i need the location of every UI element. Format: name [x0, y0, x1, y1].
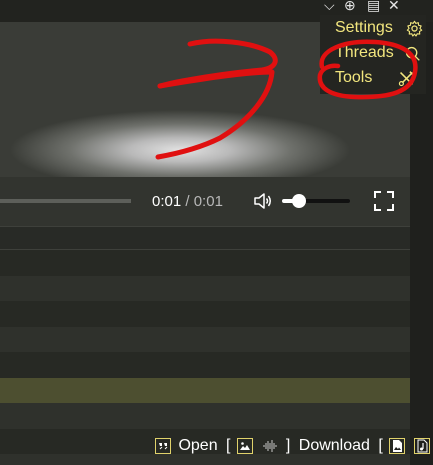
menu-item-label: Tools [335, 69, 373, 86]
image-icon[interactable] [236, 438, 253, 454]
progress-bar[interactable] [0, 199, 131, 203]
audio-wave-icon[interactable] [262, 438, 278, 454]
close-icon[interactable]: ✕ [388, 0, 400, 12]
menu-item-threads[interactable]: Threads [320, 41, 426, 66]
chevron-down-icon[interactable]: ⌵ [324, 0, 335, 12]
bracket-open: [ [226, 437, 231, 454]
menu-item-label: Threads [335, 44, 394, 61]
list-item[interactable] [0, 377, 410, 403]
add-circle-icon[interactable]: ⊕ [344, 0, 356, 12]
menu-item-label: Settings [335, 19, 393, 36]
video-controls: 0:01 / 0:01 [0, 177, 410, 226]
list-item[interactable] [0, 275, 410, 301]
list-icon[interactable]: ▤ [367, 0, 380, 12]
list-item[interactable] [0, 250, 410, 276]
bracket-open: [ [378, 437, 383, 454]
time-display: 0:01 / 0:01 [152, 193, 223, 210]
gear-icon [406, 20, 423, 37]
current-time: 0:01 [152, 193, 182, 210]
music-file-icon[interactable] [413, 438, 430, 454]
section-header [0, 226, 410, 250]
window-controls: ⌵ ⊕ ▤ ✕ [323, 0, 433, 13]
fullscreen-icon[interactable] [373, 190, 395, 212]
bottom-bar: Open [ ] Download [ ] [155, 437, 433, 463]
time-separator: / [181, 193, 194, 210]
list-item[interactable] [0, 326, 410, 352]
reply-icon[interactable] [155, 438, 171, 454]
bracket-close: ] [285, 437, 291, 454]
duration: 0:01 [193, 193, 223, 210]
open-link[interactable]: Open [178, 437, 217, 455]
image-file-icon[interactable] [389, 438, 406, 454]
menu-item-settings[interactable]: Settings [320, 16, 426, 41]
download-link[interactable]: Download [299, 437, 370, 455]
volume-icon[interactable] [253, 191, 273, 211]
list-item[interactable] [0, 301, 410, 327]
volume-slider[interactable] [282, 194, 350, 208]
list-item[interactable] [0, 403, 410, 429]
page: ⌵ ⊕ ▤ ✕ 0:01 / 0:01 Settings Threads Too… [0, 0, 433, 465]
menu-item-tools[interactable]: Tools [320, 66, 426, 91]
volume-knob[interactable] [292, 194, 306, 208]
context-menu: Settings Threads Tools [320, 15, 426, 94]
list-item[interactable] [0, 352, 410, 378]
progress-fill [0, 199, 131, 203]
search-icon [405, 46, 420, 61]
row-list [0, 250, 410, 465]
tools-icon [398, 71, 414, 87]
